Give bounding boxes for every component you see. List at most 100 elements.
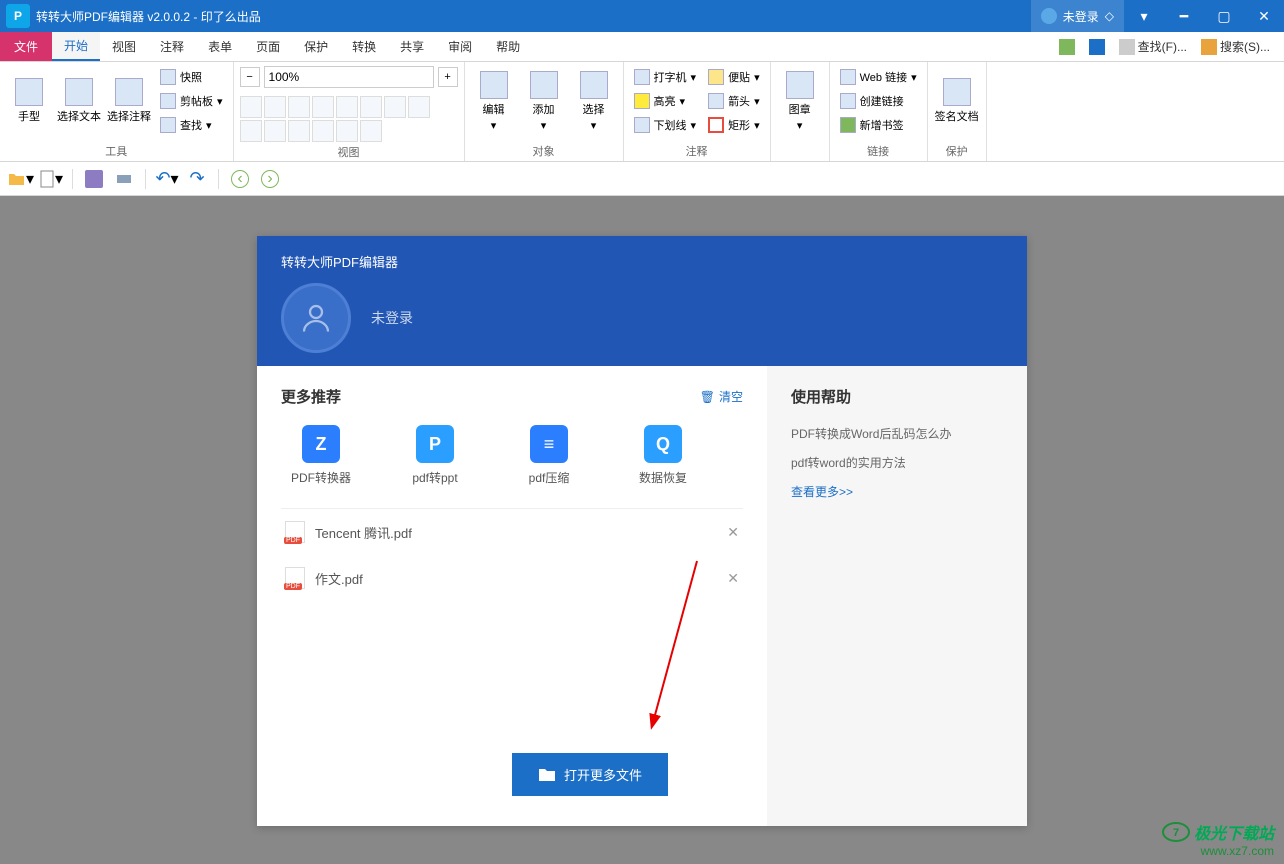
view-icon[interactable] (240, 120, 262, 142)
menu-review[interactable]: 审阅 (436, 32, 484, 61)
new-file-button[interactable]: ▾ (38, 166, 64, 192)
search-button[interactable]: 搜索(S)... (1197, 36, 1274, 57)
rect-icon (708, 117, 724, 133)
reco-pdf-compress[interactable]: ≡pdf压缩 (509, 425, 589, 486)
reco-icon: ≡ (530, 425, 568, 463)
folder-open-icon (8, 171, 26, 187)
underline-button[interactable]: 下划线▾ (630, 114, 701, 136)
help-more-link[interactable]: 查看更多>> (791, 477, 1003, 506)
view-icon[interactable] (240, 96, 262, 118)
find-button[interactable]: 查找(F)... (1115, 36, 1191, 57)
nav-forward-button[interactable]: › (257, 166, 283, 192)
view-icon[interactable] (336, 120, 358, 142)
save-button[interactable] (81, 166, 107, 192)
reco-pdf-to-ppt[interactable]: Ppdf转ppt (395, 425, 475, 486)
zoom-select[interactable] (264, 66, 434, 88)
arrow-button[interactable]: 箭头▾ (704, 90, 764, 112)
clear-button[interactable]: 🗑 清空 (700, 388, 743, 405)
reco-title: 更多推荐 (281, 386, 341, 407)
highlight-button[interactable]: 高亮▾ (630, 90, 701, 112)
select-object-button[interactable]: 选择▾ (571, 66, 617, 136)
zoom-in-button[interactable]: + (438, 67, 458, 87)
menu-share[interactable]: 共享 (388, 32, 436, 61)
redo-button[interactable]: ↷ (184, 166, 210, 192)
help-link[interactable]: PDF转换成Word后乱码怎么办 (791, 419, 1003, 448)
view-icon[interactable] (360, 96, 382, 118)
bookmark-button[interactable]: 新增书签 (836, 114, 921, 136)
typewriter-button[interactable]: 打字机▾ (630, 66, 701, 88)
remove-file-button[interactable]: ✕ (727, 570, 739, 587)
link-icon (840, 93, 856, 109)
clipboard-button[interactable]: 剪帖板▾ (156, 90, 227, 112)
minimize-button[interactable]: ━ (1164, 0, 1204, 32)
undo-button[interactable]: ↶▾ (154, 166, 180, 192)
maximize-button[interactable]: ▢ (1204, 0, 1244, 32)
zoom-out-button[interactable]: − (240, 67, 260, 87)
open-more-files-button[interactable]: 打开更多文件 (512, 753, 668, 796)
find-tool-button[interactable]: 查找▾ (156, 114, 227, 136)
create-link-button[interactable]: 创建链接 (836, 90, 921, 112)
chevron-down-icon: ▾ (206, 119, 212, 132)
close-button[interactable]: ✕ (1244, 0, 1284, 32)
menu-convert[interactable]: 转换 (340, 32, 388, 61)
file-item[interactable]: Tencent 腾讯.pdf ✕ (281, 509, 743, 555)
view-icon[interactable] (336, 96, 358, 118)
rect-button[interactable]: 矩形▾ (704, 114, 764, 136)
typewriter-icon (634, 69, 650, 85)
open-file-button[interactable]: ▾ (8, 166, 34, 192)
select-annotation-tool[interactable]: 选择注释 (106, 66, 152, 136)
hand-tool[interactable]: 手型 (6, 66, 52, 136)
reco-pdf-converter[interactable]: ZPDF转换器 (281, 425, 361, 486)
avatar-icon (1041, 8, 1057, 24)
note-button[interactable]: 便贴▾ (704, 66, 764, 88)
sign-document-button[interactable]: 签名文档 (934, 66, 980, 136)
nav-back-button[interactable]: ‹ (227, 166, 253, 192)
start-card: 转转大师PDF编辑器 未登录 更多推荐 🗑 清空 ZPDF转换器 (257, 236, 1027, 826)
pdf-icon (285, 567, 305, 589)
group-label-annotate: 注释 (630, 141, 764, 159)
print-icon (115, 170, 133, 188)
remove-file-button[interactable]: ✕ (727, 524, 739, 541)
avatar[interactable] (281, 283, 351, 353)
snapshot-button[interactable]: 快照 (156, 66, 227, 88)
diamond-icon: ◇ (1105, 9, 1114, 23)
login-status-button[interactable]: 未登录 ◇ (1031, 0, 1124, 32)
globe-icon (840, 69, 856, 85)
print-button[interactable] (111, 166, 137, 192)
help-link[interactable]: pdf转word的实用方法 (791, 448, 1003, 477)
stamp-button[interactable]: 图章▾ (777, 66, 823, 136)
view-icon[interactable] (312, 96, 334, 118)
add-object-button[interactable]: 添加▾ (521, 66, 567, 136)
menu-page[interactable]: 页面 (244, 32, 292, 61)
ribbon-group-annotate: 打字机▾ 高亮▾ 下划线▾ 便贴▾ 箭头▾ 矩形▾ 注释 (624, 62, 771, 161)
view-icon[interactable] (264, 120, 286, 142)
reco-data-recovery[interactable]: Q数据恢复 (623, 425, 703, 486)
menu-start[interactable]: 开始 (52, 32, 100, 61)
menu-form[interactable]: 表单 (196, 32, 244, 61)
file-item[interactable]: 作文.pdf ✕ (281, 555, 743, 601)
translate-button[interactable] (1085, 37, 1109, 57)
view-icon[interactable] (384, 96, 406, 118)
dropdown-button[interactable]: ▾ (1124, 0, 1164, 32)
fullscreen-button[interactable] (1055, 37, 1079, 57)
view-icon[interactable] (312, 120, 334, 142)
edit-object-button[interactable]: 编辑▾ (471, 66, 517, 136)
chevron-down-icon: ▾ (217, 95, 223, 108)
view-icon[interactable] (408, 96, 430, 118)
menu-file[interactable]: 文件 (0, 32, 52, 61)
menu-view[interactable]: 视图 (100, 32, 148, 61)
view-icon[interactable] (360, 120, 382, 142)
menu-protect[interactable]: 保护 (292, 32, 340, 61)
web-link-button[interactable]: Web 链接▾ (836, 66, 921, 88)
user-icon (298, 300, 334, 336)
view-icon[interactable] (288, 96, 310, 118)
card-login-status[interactable]: 未登录 (371, 308, 413, 328)
menu-annotate[interactable]: 注释 (148, 32, 196, 61)
save-icon (85, 170, 103, 188)
select-text-tool[interactable]: 选择文本 (56, 66, 102, 136)
menu-help[interactable]: 帮助 (484, 32, 532, 61)
view-icon[interactable] (288, 120, 310, 142)
view-icon[interactable] (264, 96, 286, 118)
search-icon (160, 117, 176, 133)
group-label-object: 对象 (471, 141, 617, 159)
